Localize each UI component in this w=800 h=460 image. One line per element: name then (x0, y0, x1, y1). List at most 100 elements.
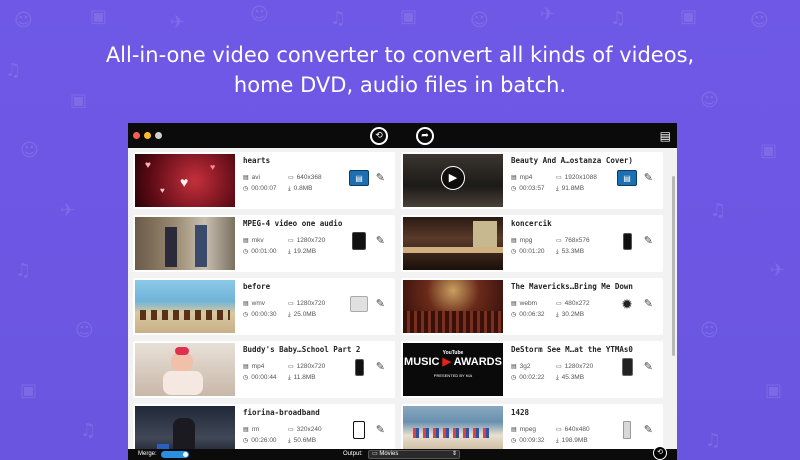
edit-icon[interactable]: ✎ (644, 297, 653, 310)
file-resolution: 1280x720 (296, 237, 326, 244)
file-format: mpeg (519, 426, 536, 433)
edit-icon[interactable]: ✎ (376, 297, 385, 310)
play-icon: ▶ (442, 356, 452, 368)
file-card[interactable]: MPEG-4 video one audio ▤ mkv ▭ 1280x720 ◷ 00:0… (133, 215, 395, 272)
video-thumbnail[interactable] (403, 406, 503, 449)
file-title: before (243, 282, 271, 291)
headline-line-2: home DVD, audio files in batch. (233, 73, 567, 97)
video-thumbnail[interactable] (135, 343, 235, 396)
film-icon: ▤ (511, 238, 517, 244)
file-card[interactable]: Buddy's Baby…School Part 2 ▤ mp4 ▭ 1280x720 ◷… (133, 341, 395, 398)
file-format: avi (251, 174, 260, 181)
media-player-icon[interactable] (349, 292, 369, 316)
media-browser-icon[interactable]: ▤ (660, 129, 671, 143)
download-icon: ⤓ (556, 438, 559, 444)
film-icon: ▤ (511, 364, 517, 370)
clock-icon: ◷ (243, 375, 249, 381)
iphone-icon[interactable] (617, 229, 637, 253)
close-window-button[interactable] (133, 132, 140, 139)
awards-music-text: MUSIC (404, 356, 440, 368)
file-meta: ▤ avi ▭ 640x368 ◷ 00:00:07 ⤓ 0.8MB (243, 174, 395, 193)
monitor-icon: ▭ (288, 427, 294, 433)
file-card[interactable]: fiorina-broadband ▤ rm ▭ 320x240 ◷ 00:26:00 ⤓ 50… (133, 404, 395, 449)
file-card[interactable]: koncercik ▤ mpg ▭ 768x576 ◷ 00:01:20 ⤓ 53.3MB ✎ (401, 215, 663, 272)
ipad-icon[interactable] (349, 229, 369, 253)
start-convert-button[interactable]: ⟲ (653, 446, 667, 460)
clock-icon: ◷ (511, 312, 517, 318)
zoom-window-button[interactable] (155, 132, 162, 139)
edit-icon[interactable]: ✎ (376, 423, 385, 436)
video-thumbnail[interactable] (403, 217, 503, 270)
video-thumbnail[interactable] (135, 406, 235, 449)
monitor-icon: ▭ (288, 301, 294, 307)
share-icon[interactable]: ➦ (416, 127, 434, 145)
file-meta: ▤ mkv ▭ 1280x720 ◷ 00:01:00 ⤓ 19.2MB (243, 237, 395, 256)
video-thumbnail[interactable]: YouTube MUSIC ▶ AWARDS PRESENTED BY KIA (403, 343, 503, 396)
edit-icon[interactable]: ✎ (644, 234, 653, 247)
headline-line-1: All-in-one video converter to convert al… (105, 43, 695, 67)
file-card[interactable]: YouTube MUSIC ▶ AWARDS PRESENTED BY KIA DeS… (401, 341, 663, 398)
tablet-icon[interactable] (349, 418, 369, 442)
file-size: 19.2MB (293, 248, 317, 255)
file-title: 1428 (511, 408, 530, 417)
monitor-icon: ▭ (288, 175, 294, 181)
edit-icon[interactable]: ✎ (644, 171, 653, 184)
video-format-icon[interactable]: ▤ (617, 166, 637, 190)
file-duration: 00:26:00 (251, 437, 277, 444)
clock-icon: ◷ (243, 249, 249, 255)
file-size: 45.3MB (561, 374, 585, 381)
edit-icon[interactable]: ✎ (376, 234, 385, 247)
file-size: 25.0MB (293, 311, 317, 318)
minimize-window-button[interactable] (144, 132, 151, 139)
file-info: hearts ▤ avi ▭ 640x368 ◷ 00:00:07 ⤓ 0.8MB ▤ ✎ (237, 152, 395, 209)
file-title: koncercik (511, 219, 552, 228)
iphone-icon[interactable] (349, 355, 369, 379)
clock-icon: ◷ (511, 375, 517, 381)
file-resolution: 1280x720 (296, 363, 326, 370)
video-thumbnail[interactable]: ♥ ♥ ♥ ♥ (135, 154, 235, 207)
file-info: before ▤ wmv ▭ 1280x720 ◷ 00:00:30 ⤓ 25.0MB ✎ (237, 278, 395, 335)
monitor-icon: ▭ (556, 175, 562, 181)
ipod-icon[interactable] (617, 418, 637, 442)
chevron-updown-icon: ⇕ (451, 451, 457, 457)
clock-icon: ◷ (243, 186, 249, 192)
reel-icon[interactable]: ✹ (617, 292, 637, 316)
file-format: mp4 (251, 363, 265, 370)
edit-icon[interactable]: ✎ (376, 360, 385, 373)
clock-icon: ◷ (243, 438, 249, 444)
edit-icon[interactable]: ✎ (376, 171, 385, 184)
merge-toggle[interactable] (161, 451, 189, 458)
file-duration: 00:00:30 (251, 311, 277, 318)
monitor-icon: ▭ (288, 238, 294, 244)
file-card[interactable]: The Mavericks…Bring Me Down ▤ webm ▭ 480x272… (401, 278, 663, 335)
edit-icon[interactable]: ✎ (644, 360, 653, 373)
clock-icon: ◷ (511, 438, 517, 444)
video-thumbnail[interactable] (403, 280, 503, 333)
monitor-icon: ▭ (556, 427, 562, 433)
file-card[interactable]: ▶ Beauty And A…ostanza Cover) ▤ mp4 ▭ 1920x10… (401, 152, 663, 209)
video-thumbnail[interactable] (135, 280, 235, 333)
output-select[interactable]: ▭ Movies ⇕ (368, 450, 460, 459)
download-icon: ⤓ (556, 312, 559, 318)
phone-icon[interactable] (617, 355, 637, 379)
file-card[interactable]: before ▤ wmv ▭ 1280x720 ◷ 00:00:30 ⤓ 25.0MB ✎ (133, 278, 395, 335)
monitor-icon: ▭ (288, 364, 294, 370)
scrollbar[interactable] (672, 176, 675, 356)
output-label: Output: (343, 451, 363, 457)
file-size: 91.8MB (561, 185, 585, 192)
video-thumbnail[interactable] (135, 217, 235, 270)
clock-icon: ◷ (511, 249, 517, 255)
file-card[interactable]: 1428 ▤ mpeg ▭ 640x480 ◷ 00:09:32 ⤓ 198.9MB ✎ (401, 404, 663, 449)
file-card[interactable]: ♥ ♥ ♥ ♥ hearts ▤ avi ▭ 640x368 ◷ 00:00:07 ⤓ 0.8MB ▤ ✎ (133, 152, 395, 209)
film-icon: ▤ (243, 175, 249, 181)
file-meta: ▤ mp4 ▭ 1280x720 ◷ 00:00:44 ⤓ 11.8MB (243, 363, 395, 382)
file-meta: ▤ mpeg ▭ 640x480 ◷ 00:09:32 ⤓ 198.9MB (511, 426, 663, 445)
file-format: webm (519, 300, 538, 307)
video-format-icon[interactable]: ▤ (349, 166, 369, 190)
convert-icon[interactable]: ⟲ (370, 127, 388, 145)
video-thumbnail[interactable]: ▶ (403, 154, 503, 207)
file-resolution: 320x240 (296, 426, 322, 433)
edit-icon[interactable]: ✎ (644, 423, 653, 436)
file-resolution: 640x368 (296, 174, 322, 181)
file-list: ♥ ♥ ♥ ♥ hearts ▤ avi ▭ 640x368 ◷ 00:00:07 ⤓ 0.8MB ▤ ✎ ▶… (128, 148, 677, 449)
